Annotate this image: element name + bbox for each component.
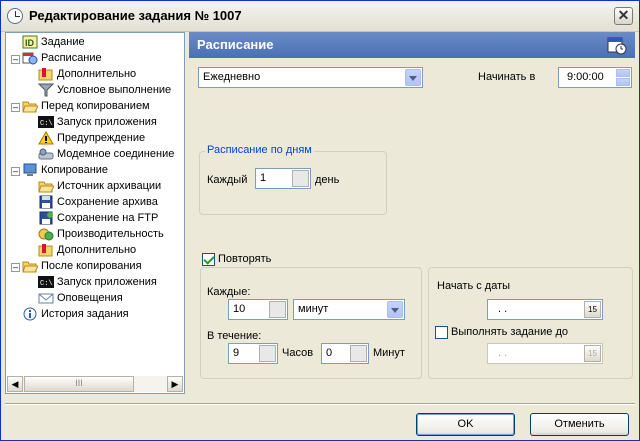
repeat-label: Повторять [218, 253, 275, 265]
minutes-label: Минут [373, 347, 405, 359]
hours-label: Часов [282, 347, 314, 359]
scroll-thumb[interactable]: III [24, 376, 134, 392]
floppy-icon [38, 195, 54, 209]
svg-text:C:\: C:\ [40, 120, 53, 128]
start-date-input[interactable]: . . 15 [487, 299, 603, 320]
spin-updown-icon[interactable] [269, 301, 286, 318]
each-label: Каждые: [207, 286, 251, 298]
start-date-label: Начать с даты [437, 280, 511, 292]
ok-button[interactable]: OK [416, 413, 515, 436]
clock-app-icon [7, 8, 23, 24]
collapse-after-copy-toggle[interactable]: – [11, 263, 20, 272]
open-folder-icon [22, 259, 39, 273]
spin-down-icon[interactable] [616, 78, 630, 86]
scroll-left-button[interactable]: ◀ [7, 376, 23, 392]
cancel-button[interactable]: Отменить [530, 413, 629, 436]
panel-title: Расписание [197, 37, 274, 52]
day-unit-label: день [315, 174, 340, 186]
start-time-input[interactable]: 9:00:00 [558, 67, 632, 88]
tree-item-copy-extra[interactable]: Дополнительно [38, 242, 136, 258]
chevron-down-icon[interactable] [387, 301, 403, 318]
each-unit-select[interactable]: минут [293, 299, 405, 320]
navigation-tree[interactable]: – – – – ID Задание Расписание Дополнитель… [5, 32, 185, 394]
every-day-input[interactable]: 1 [255, 168, 311, 189]
close-icon: ✕ [617, 7, 630, 23]
every-label: Каждый [207, 174, 248, 186]
tree-item-run-app-after[interactable]: C:\ Запуск приложения [38, 274, 157, 290]
run-until-checkbox[interactable] [435, 326, 448, 339]
spin-updown-icon[interactable] [350, 345, 367, 362]
tree-item-task[interactable]: ID Задание [22, 34, 85, 50]
folder-icon [38, 179, 55, 193]
panel-header: Расписание [189, 32, 635, 58]
tree-item-run-app-before[interactable]: C:\ Запуск приложения [38, 114, 157, 130]
ftp-icon [38, 211, 54, 225]
console-icon: C:\ [38, 115, 54, 129]
window-title: Редактирование задания № 1007 [29, 8, 242, 23]
repeat-checkbox[interactable] [202, 253, 215, 266]
run-until-label: Выполнять задание до [451, 326, 568, 338]
dialog-window: Редактирование задания № 1007 ✕ – – – – … [0, 0, 640, 441]
open-folder-icon [22, 99, 39, 113]
tree-item-before-copy[interactable]: Перед копированием [22, 98, 150, 114]
info-icon [22, 307, 38, 321]
by-days-group-label: Расписание по дням [205, 144, 314, 156]
chevron-down-icon[interactable] [405, 69, 421, 86]
frequency-select[interactable]: Ежедневно [198, 67, 423, 88]
console-icon: C:\ [38, 275, 54, 289]
computer-icon [22, 163, 38, 177]
tree-item-after-copy[interactable]: После копирования [22, 258, 142, 274]
tree-item-notifications[interactable]: Оповещения [38, 290, 123, 306]
scroll-right-button[interactable]: ▶ [167, 376, 183, 392]
minutes-input[interactable]: 0 [321, 343, 369, 364]
svg-text:C:\: C:\ [40, 280, 53, 288]
svg-text:ID: ID [25, 38, 35, 48]
spin-up-icon[interactable] [616, 69, 630, 77]
tree-item-warning[interactable]: Предупреждение [38, 130, 145, 146]
spin-updown-icon[interactable] [292, 170, 309, 187]
schedule-icon [22, 51, 38, 65]
tree-item-conditional[interactable]: Условное выполнение [37, 82, 171, 98]
tree-item-schedule-extra[interactable]: Дополнительно [38, 66, 136, 82]
calendar-clock-icon [607, 35, 627, 55]
tree-item-save-ftp[interactable]: Сохранение на FTP [38, 210, 158, 226]
collapse-before-copy-toggle[interactable]: – [11, 103, 20, 112]
during-label: В течение: [207, 330, 262, 342]
spin-updown-icon[interactable] [259, 345, 276, 362]
tree-item-task-history[interactable]: История задания [22, 306, 129, 322]
run-until-date-input[interactable]: . . 15 [487, 343, 603, 364]
chevron-right-icon: ▶ [171, 379, 179, 389]
id-card-icon: ID [22, 35, 38, 49]
start-at-label: Начинать в [478, 71, 536, 83]
tree-item-performance[interactable]: Производительность [38, 226, 164, 242]
collapse-copy-toggle[interactable]: – [11, 167, 20, 176]
calendar-icon[interactable]: 15 [584, 301, 601, 318]
filter-icon [37, 83, 55, 97]
folder-options-icon [38, 67, 54, 81]
calendar-icon[interactable]: 15 [584, 345, 601, 362]
each-interval-input[interactable]: 10 [228, 299, 288, 320]
title-bar[interactable]: Редактирование задания № 1007 ✕ [1, 1, 639, 32]
chevron-left-icon: ◀ [11, 379, 19, 389]
tree-item-modem[interactable]: Модемное соединение [38, 146, 174, 162]
tree-item-copy[interactable]: Копирование [22, 162, 108, 178]
close-button[interactable]: ✕ [614, 7, 633, 25]
tree-item-archive-source[interactable]: Источник архивации [38, 178, 161, 194]
performance-icon [38, 227, 54, 241]
start-time-spinner[interactable] [616, 69, 630, 86]
warning-icon [38, 131, 54, 145]
envelope-icon [38, 291, 54, 305]
tree-horizontal-scrollbar[interactable]: ◀ III ▶ [7, 376, 183, 392]
tree-item-schedule[interactable]: Расписание [22, 50, 102, 66]
collapse-schedule-toggle[interactable]: – [11, 55, 20, 64]
modem-icon [38, 147, 54, 161]
footer-divider [5, 403, 635, 405]
tree-item-save-archive[interactable]: Сохранение архива [38, 194, 158, 210]
hours-input[interactable]: 9 [228, 343, 278, 364]
folder-options-icon [38, 243, 54, 257]
